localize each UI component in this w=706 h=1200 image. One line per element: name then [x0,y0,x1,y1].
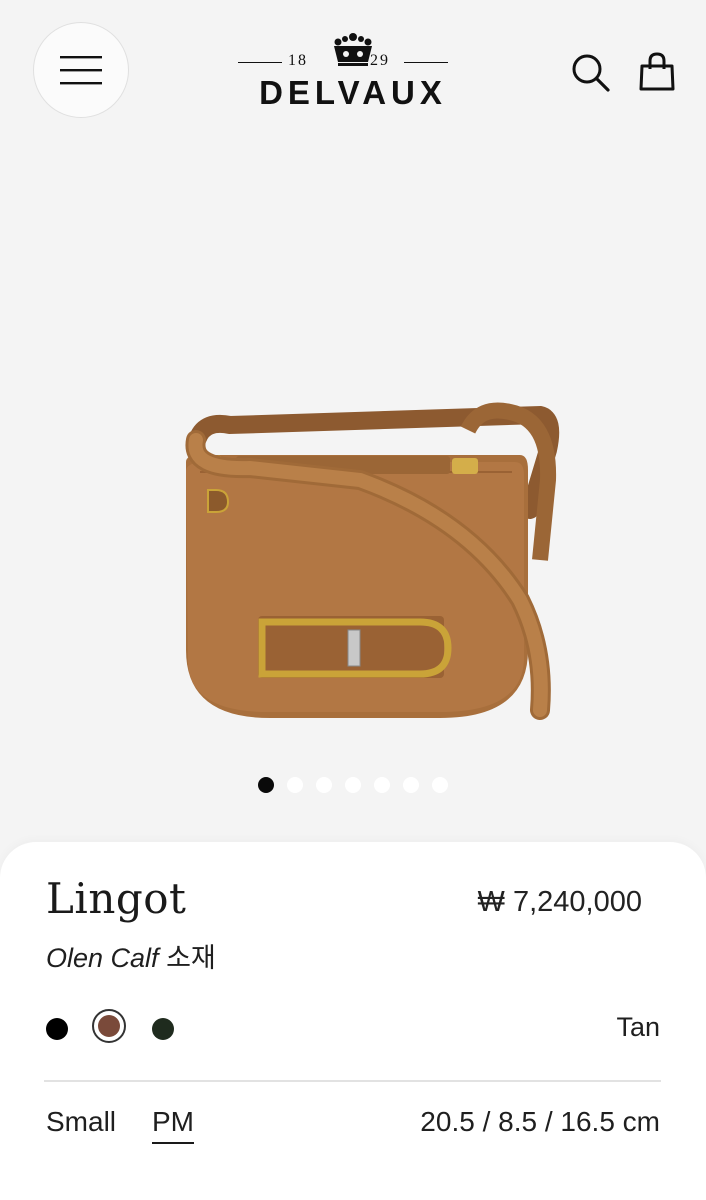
color-swatch-black[interactable] [46,1018,68,1040]
product-image[interactable] [0,140,706,840]
color-swatch-tan[interactable] [92,1009,126,1043]
brand-wordmark: DELVAUX [259,74,447,111]
size-option-pm[interactable]: PM [152,1106,194,1144]
carousel-pagination [258,777,448,793]
logo-year-left: 18 [288,52,308,69]
carousel-dot[interactable] [316,777,332,793]
carousel-dot[interactable] [258,777,274,793]
product-info-sheet: Lingot ₩ 7,240,000 Olen Calf 소재 Tan Smal… [0,842,706,1200]
carousel-dot[interactable] [287,777,303,793]
shopping-bag-icon [639,52,675,91]
product-bag-illustration [185,402,560,720]
search-icon [572,54,610,92]
search-button[interactable] [572,54,610,97]
carousel-dot[interactable] [432,777,448,793]
color-swatch-green[interactable] [152,1018,174,1040]
size-label: Small [46,1106,117,1137]
header: 18 29 DELVAUX [0,0,706,140]
menu-icon [60,56,102,85]
divider [44,1080,661,1082]
logo-year-right: 29 [370,52,390,69]
material-suffix: 소재 [158,943,216,973]
menu-button[interactable] [33,22,129,118]
brand-logo[interactable]: 18 29 DELVAUX [236,30,470,114]
product-dimensions: 20.5 / 8.5 / 16.5 cm [420,1106,660,1137]
selected-color-name: Tan [616,1012,660,1042]
product-title: Lingot [46,874,187,923]
carousel-dot[interactable] [345,777,361,793]
product-material: Olen Calf 소재 [46,936,216,975]
product-price: ₩ 7,240,000 [477,886,642,918]
material-name: Olen Calf [46,943,159,973]
carousel-dot[interactable] [403,777,419,793]
carousel-dot[interactable] [374,777,390,793]
cart-button[interactable] [639,52,675,97]
